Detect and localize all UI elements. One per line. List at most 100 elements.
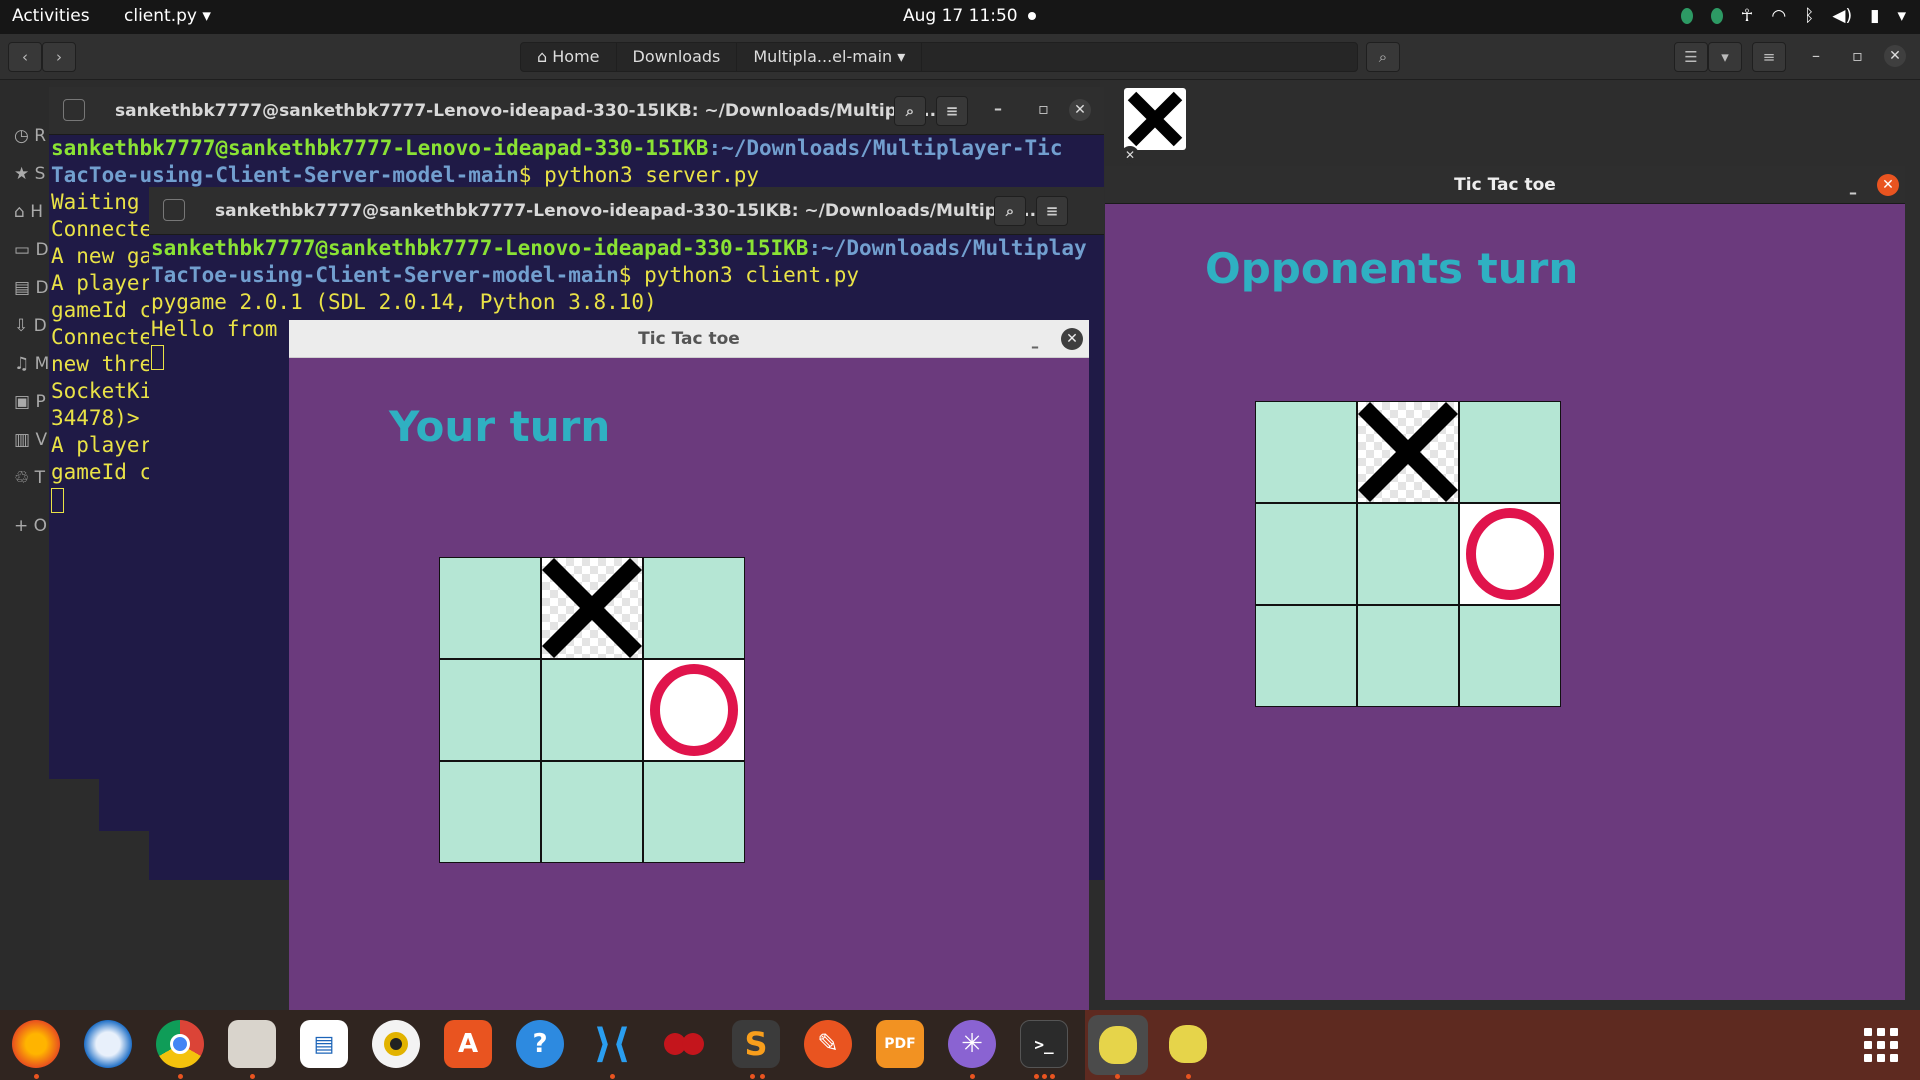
board-cell[interactable] xyxy=(440,762,540,862)
firefox-icon[interactable] xyxy=(12,1020,60,1068)
minimize-button[interactable]: – xyxy=(1031,328,1039,366)
new-tab-icon[interactable] xyxy=(63,99,85,121)
board-cell[interactable] xyxy=(440,660,540,760)
system-tray[interactable]: ☥ ◠ ᛒ ◀) ▮ ▾ xyxy=(1680,6,1906,26)
forward-button[interactable]: › xyxy=(42,42,76,72)
board-cell[interactable] xyxy=(1358,606,1458,706)
view-list-button[interactable]: ☰ xyxy=(1674,42,1708,72)
path-bar: ⌂ Home Downloads Multipla...el-main ▾ xyxy=(520,42,1358,72)
board-cell[interactable] xyxy=(542,558,642,658)
sidebar-item[interactable]: ★ S xyxy=(14,164,45,184)
battery-icon[interactable]: ▮ xyxy=(1870,6,1879,26)
sidebar-item[interactable]: ▥ V xyxy=(14,430,47,450)
terminal-icon[interactable]: >_ xyxy=(1020,1020,1068,1068)
sublime-icon[interactable]: S xyxy=(732,1020,780,1068)
writer-icon[interactable]: ▤ xyxy=(300,1020,348,1068)
board-cell[interactable] xyxy=(1460,402,1560,502)
close-button[interactable]: ✕ xyxy=(1069,99,1091,121)
minimize-button[interactable]: – xyxy=(1849,174,1857,212)
path-home[interactable]: ⌂ Home xyxy=(521,43,617,71)
close-button[interactable]: ✕ xyxy=(1877,174,1899,196)
app-menu-label: client.py xyxy=(124,6,197,26)
new-tab-icon[interactable] xyxy=(163,199,185,221)
show-apps-button[interactable] xyxy=(1864,1028,1898,1062)
search-button[interactable]: ⌕ xyxy=(1366,42,1400,72)
volume-icon[interactable]: ◀) xyxy=(1832,6,1852,26)
board-cell[interactable] xyxy=(1460,606,1560,706)
o-mark-icon xyxy=(1466,508,1554,600)
view-options-button[interactable]: ▾ xyxy=(1708,42,1742,72)
network-icon[interactable]: ✳ xyxy=(948,1020,996,1068)
board-cell[interactable] xyxy=(1256,504,1356,604)
o-mark-icon xyxy=(650,664,738,756)
path-downloads[interactable]: Downloads xyxy=(617,43,738,71)
board-cell[interactable] xyxy=(1358,504,1458,604)
rhythmbox-icon[interactable] xyxy=(372,1020,420,1068)
close-button[interactable]: ✕ xyxy=(1061,328,1083,350)
close-button[interactable]: ✕ xyxy=(1884,45,1906,67)
clock[interactable]: Aug 17 11:50 xyxy=(903,6,1036,26)
menu-button[interactable]: ≡ xyxy=(1036,196,1068,226)
recent-icon: ◷ xyxy=(14,126,29,146)
tray-app-icon[interactable] xyxy=(1710,8,1723,24)
board-cell[interactable] xyxy=(644,762,744,862)
sidebar-item-label: D xyxy=(33,316,47,336)
board-cell[interactable] xyxy=(1256,402,1356,502)
accessibility-icon[interactable]: ☥ xyxy=(1741,6,1754,26)
path-current[interactable]: Multipla...el-main ▾ xyxy=(737,43,923,71)
pygame-icon[interactable] xyxy=(1164,1020,1212,1068)
files-icon[interactable] xyxy=(228,1020,276,1068)
pygame-icon[interactable] xyxy=(1088,1015,1148,1075)
trash-icon: ♲ xyxy=(14,468,30,488)
cherrytree-icon[interactable] xyxy=(660,1020,708,1068)
sidebar-item[interactable]: ◷ R xyxy=(14,126,46,146)
activities-button[interactable]: Activities xyxy=(12,6,90,26)
chevron-down-icon[interactable]: ▾ xyxy=(1897,6,1906,26)
help-icon[interactable]: ? xyxy=(516,1020,564,1068)
bluetooth-icon[interactable]: ᛒ xyxy=(1804,6,1814,26)
terminal-cursor xyxy=(151,345,164,370)
menu-button[interactable]: ≡ xyxy=(1752,42,1786,72)
sidebar-item[interactable]: ▣ P xyxy=(14,392,46,412)
sidebar-item[interactable]: ⇩ D xyxy=(14,316,47,336)
path-label: Multipla...el-main xyxy=(753,47,893,66)
output-line: SocketKi xyxy=(51,379,153,403)
software-icon[interactable]: A xyxy=(444,1020,492,1068)
vscode-icon[interactable]: ⟩⟨ xyxy=(588,1020,636,1068)
app-menu[interactable]: client.py ▾ xyxy=(124,6,211,26)
pdf-icon[interactable]: PDF xyxy=(876,1020,924,1068)
board-cell[interactable] xyxy=(440,558,540,658)
file-thumbnail[interactable] xyxy=(1124,88,1186,150)
board-cell[interactable] xyxy=(644,558,744,658)
back-button[interactable]: ‹ xyxy=(8,42,42,72)
board-cell[interactable] xyxy=(542,762,642,862)
board-cell[interactable] xyxy=(644,660,744,760)
sidebar-item[interactable]: ♫ M xyxy=(14,354,49,374)
sidebar-item[interactable]: ▭ D xyxy=(14,240,49,260)
tray-app-icon[interactable] xyxy=(1680,8,1693,24)
board-cell[interactable] xyxy=(1358,402,1458,502)
minimize-button[interactable]: – xyxy=(994,99,1002,118)
board-cell[interactable] xyxy=(542,660,642,760)
board-cell[interactable] xyxy=(1256,606,1356,706)
sidebar-item[interactable]: ♲ T xyxy=(14,468,45,488)
inkscape-icon[interactable]: ✎ xyxy=(804,1020,852,1068)
grid-dot xyxy=(1864,1028,1872,1036)
grid-dot xyxy=(1864,1054,1872,1062)
thunderbird-icon[interactable] xyxy=(84,1020,132,1068)
board-cell[interactable] xyxy=(1460,504,1560,604)
path-label: Downloads xyxy=(632,47,721,66)
maximize-button[interactable]: ▫ xyxy=(1038,99,1049,118)
search-icon: ⌕ xyxy=(1378,48,1388,66)
sidebar-item[interactable]: ⌂ H xyxy=(14,202,43,222)
search-button[interactable]: ⌕ xyxy=(894,96,926,126)
minimize-button[interactable]: – xyxy=(1812,46,1820,65)
search-button[interactable]: ⌕ xyxy=(994,196,1026,226)
sidebar-item[interactable]: ▤ D xyxy=(14,278,49,298)
chrome-icon[interactable] xyxy=(156,1020,204,1068)
maximize-button[interactable]: ▫ xyxy=(1852,46,1863,65)
close-icon[interactable]: ✕ xyxy=(1121,146,1139,164)
wifi-icon[interactable]: ◠ xyxy=(1771,6,1786,26)
sidebar-item[interactable]: + O xyxy=(14,516,47,536)
menu-button[interactable]: ≡ xyxy=(936,96,968,126)
